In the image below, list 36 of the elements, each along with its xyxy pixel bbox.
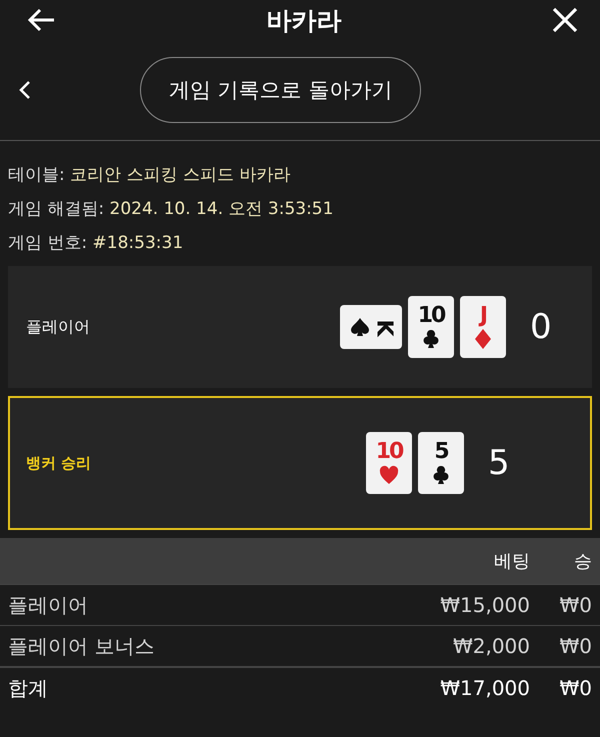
column-header: 승 <box>573 550 592 573</box>
history-back-button[interactable]: 게임 기록으로 돌아가기 <box>140 57 422 123</box>
chevron-left-icon <box>18 80 32 100</box>
info-line: 게임 해결됨: 2024. 10. 14. 오전 3:53:51 <box>8 198 334 220</box>
spade-icon <box>350 317 370 337</box>
info-line: 게임 번호: #18:53:31 <box>8 232 184 254</box>
heart-icon <box>379 465 399 485</box>
win-amount: ₩0 <box>558 634 592 658</box>
previous-button[interactable] <box>18 80 32 100</box>
back-button[interactable] <box>28 8 56 32</box>
win-amount: ₩0 <box>558 676 592 700</box>
hand-label: 플레이어 <box>26 316 91 338</box>
bet-name: 플레이어 <box>8 592 89 618</box>
close-button[interactable] <box>552 7 578 33</box>
playing-card: 10 <box>366 432 412 494</box>
bet-amount: ₩17,000 <box>439 676 530 700</box>
page-title: 바카라 <box>266 4 342 36</box>
diamond-icon <box>473 329 493 349</box>
win-amount: ₩0 <box>558 593 592 617</box>
bet-amount: ₩15,000 <box>439 593 530 617</box>
hand-label: 뱅커 승리 <box>26 454 92 472</box>
bet-name: 합계 <box>8 674 49 702</box>
club-icon <box>431 465 451 485</box>
hand-score: 5 <box>488 443 510 483</box>
club-icon <box>421 329 441 349</box>
bet-name: 플레이어 보너스 <box>8 632 156 660</box>
back-arrow-icon <box>28 8 56 32</box>
info-line: 테이블: 코리안 스피킹 스피드 바카라 <box>8 164 292 186</box>
column-header: 베팅 <box>493 550 530 573</box>
bet-amount: ₩2,000 <box>452 634 530 658</box>
playing-card: K <box>340 305 402 349</box>
playing-card: J <box>460 296 506 358</box>
close-icon <box>552 7 578 33</box>
playing-card: 10 <box>408 296 454 358</box>
playing-card: 5 <box>418 432 464 494</box>
hand-score: 0 <box>530 307 552 347</box>
